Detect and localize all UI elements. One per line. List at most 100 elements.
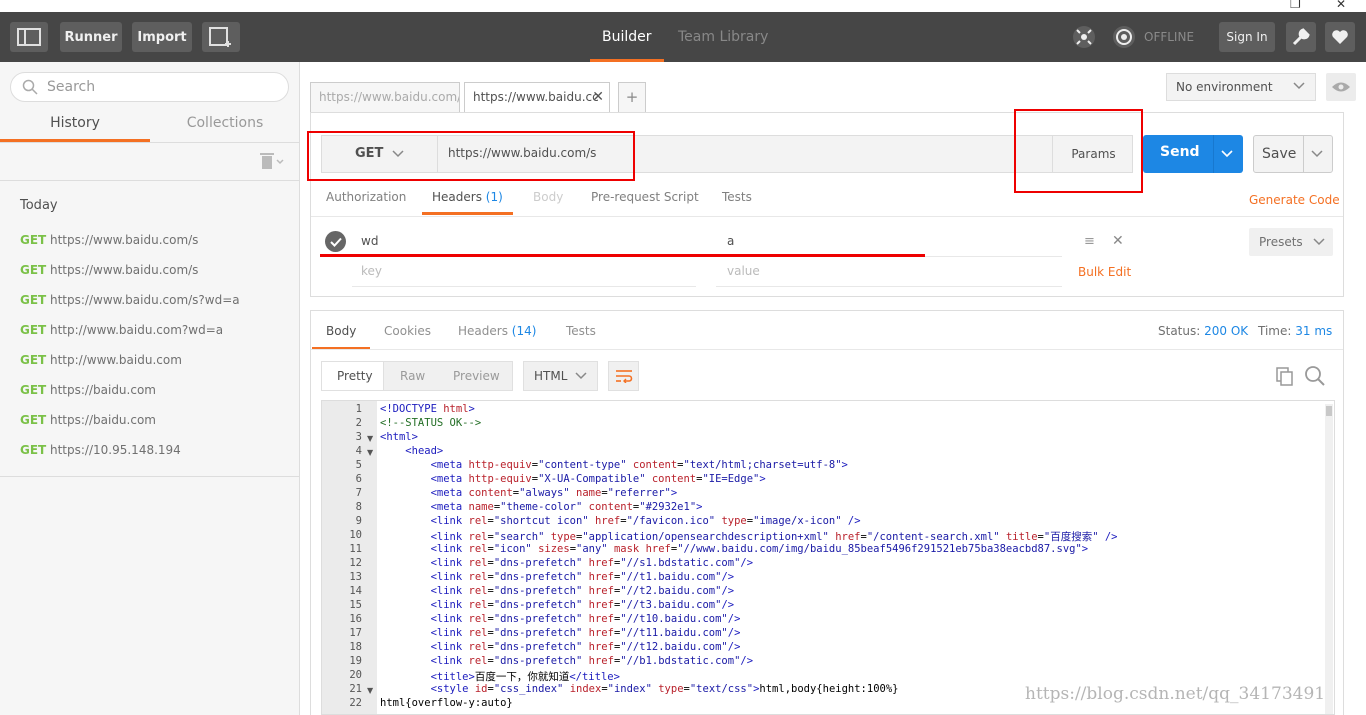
code-line: <link rel="dns-prefetch" href="//b1.bdst… (430, 655, 754, 667)
header-key-input[interactable]: wd (361, 234, 378, 248)
history-url: http://www.baidu.com (50, 353, 182, 367)
code-line: <meta name="theme-color" content="#2932e… (430, 501, 703, 513)
line-number: 19 (349, 655, 362, 667)
scrollbar-thumb[interactable] (1326, 406, 1332, 416)
wrap-lines-icon (615, 370, 632, 383)
history-item[interactable]: GET https://baidu.com (20, 380, 156, 400)
tab-prerequest-script[interactable]: Pre-request Script (591, 190, 699, 212)
history-url: https://www.baidu.com/s (50, 233, 199, 247)
history-item[interactable]: GET http://www.baidu.com (20, 350, 182, 370)
response-headers-count: (14) (511, 324, 537, 338)
sidebar-toggle-icon (17, 28, 41, 46)
code-line: <link rel="dns-prefetch" href="//t2.baid… (430, 585, 735, 597)
code-line: <meta content="always" name="referrer"> (430, 487, 678, 499)
drag-handle-icon[interactable]: ≡ (1084, 234, 1095, 249)
history-item[interactable]: GET http://www.baidu.com?wd=a (20, 320, 223, 340)
response-code-viewer[interactable]: 1 2 3 ▼ 4 ▼ 5 6 7 8 9 10 11 12 13 14 15 16 17 18 19 20 21 ▼ 22 <… (321, 400, 1335, 715)
delete-header-icon[interactable]: ✕ (1112, 233, 1124, 249)
save-label: Save (1262, 146, 1297, 162)
close-window-icon[interactable]: ✕ (1336, 0, 1346, 11)
format-pretty[interactable]: Pretty (337, 369, 373, 383)
history-item[interactable]: GET https://10.95.148.194 (20, 440, 181, 460)
tab-body[interactable]: Body (533, 190, 563, 212)
code-line: <link rel="dns-prefetch" href="//t3.baid… (430, 599, 735, 611)
line-number: 17 (349, 627, 362, 639)
favorite-button[interactable] (1325, 22, 1355, 52)
line-number: 11 (349, 543, 362, 555)
response-tab-cookies[interactable]: Cookies (384, 324, 431, 347)
toggle-sidebar-button[interactable] (10, 22, 48, 52)
generate-code-link[interactable]: Generate Code (1249, 193, 1340, 207)
delete-history-button[interactable] (259, 152, 285, 174)
language-value: HTML (534, 369, 568, 383)
format-preview[interactable]: Preview (453, 369, 500, 383)
response-tab-headers[interactable]: Headers (14) (458, 324, 536, 347)
restore-window-icon[interactable]: ❐ (1290, 0, 1301, 11)
new-header-value-input[interactable]: value (727, 264, 760, 278)
chevron-down-icon[interactable] (1311, 150, 1323, 158)
chevron-down-icon[interactable] (1221, 150, 1233, 158)
chevron-down-icon (1313, 238, 1325, 246)
fold-arrow-icon[interactable]: ▼ (367, 434, 373, 443)
eye-icon (1332, 82, 1350, 92)
send-button[interactable]: Send (1143, 135, 1243, 173)
code-line: <style id="css_index" index="index" type… (430, 683, 899, 695)
request-tab[interactable]: https://www.baidu.com/ (310, 82, 460, 112)
search-icon (1305, 366, 1325, 386)
runner-button[interactable]: Runner (60, 22, 122, 52)
history-item[interactable]: GET https://www.baidu.com/s?wd=a (20, 290, 240, 310)
wrap-lines-button[interactable] (608, 361, 639, 391)
search-box[interactable]: Search (10, 72, 289, 102)
new-header-key-input[interactable]: key (361, 264, 382, 278)
search-icon (22, 79, 38, 95)
new-tab-button[interactable] (202, 22, 240, 52)
response-tab-tests[interactable]: Tests (566, 324, 596, 347)
tab-history[interactable]: History (0, 112, 150, 142)
header-value-input[interactable]: a (727, 234, 734, 248)
fold-arrow-icon[interactable]: ▼ (367, 448, 373, 457)
settings-button[interactable] (1286, 22, 1316, 52)
time-value: 31 ms (1295, 324, 1333, 338)
history-group-today: Today (20, 198, 58, 213)
tab-authorization[interactable]: Authorization (326, 190, 406, 212)
vertical-scrollbar[interactable] (1325, 404, 1333, 714)
sync-status-icon[interactable] (1110, 24, 1138, 54)
environment-select[interactable]: No environment (1166, 73, 1316, 101)
search-response-button[interactable] (1304, 365, 1326, 391)
add-tab-button[interactable]: + (618, 82, 646, 112)
close-tab-icon[interactable]: ✕ (592, 83, 604, 111)
annotation-box-params (1014, 109, 1143, 193)
tab-headers[interactable]: Headers (1) (422, 190, 513, 215)
response-tab-body[interactable]: Body (312, 324, 371, 350)
tab-team-library[interactable]: Team Library (678, 12, 768, 62)
environment-quick-look-button[interactable] (1326, 73, 1356, 101)
presets-dropdown[interactable]: Presets (1249, 228, 1333, 256)
copy-response-button[interactable] (1275, 366, 1295, 390)
import-button[interactable]: Import (132, 22, 192, 52)
request-tab-active[interactable]: https://www.baidu.cc ✕ (464, 82, 610, 112)
history-item[interactable]: GET https://www.baidu.com/s (20, 260, 198, 280)
request-tab-label: https://www.baidu.cc (473, 90, 599, 104)
language-select[interactable]: HTML (523, 361, 598, 391)
divider (1213, 135, 1214, 173)
fold-arrow-icon[interactable]: ▼ (367, 686, 373, 695)
history-item[interactable]: GET https://www.baidu.com/s (20, 230, 198, 250)
divider (1303, 136, 1304, 172)
history-url: https://www.baidu.com/s (50, 263, 199, 277)
bulk-edit-link[interactable]: Bulk Edit (1078, 265, 1131, 279)
offline-status: OFFLINE (1144, 30, 1195, 44)
tab-collections[interactable]: Collections (150, 112, 300, 142)
search-input[interactable]: Search (47, 79, 95, 95)
history-item[interactable]: GET https://baidu.com (20, 410, 156, 430)
save-button[interactable]: Save (1253, 135, 1333, 173)
tab-tests[interactable]: Tests (722, 190, 752, 212)
plus-icon: + (625, 88, 639, 106)
top-bar: Runner Import Builder Team Library OFFLI… (0, 12, 1366, 62)
line-number: 8 (355, 501, 362, 513)
format-raw[interactable]: Raw (400, 369, 425, 383)
header-enabled-checkbox[interactable] (325, 231, 346, 252)
tab-builder[interactable]: Builder (590, 12, 664, 62)
interceptor-icon[interactable] (1070, 24, 1098, 54)
sign-in-button[interactable]: Sign In (1219, 22, 1275, 52)
code-line: <link rel="dns-prefetch" href="//t11.bai… (430, 627, 741, 639)
